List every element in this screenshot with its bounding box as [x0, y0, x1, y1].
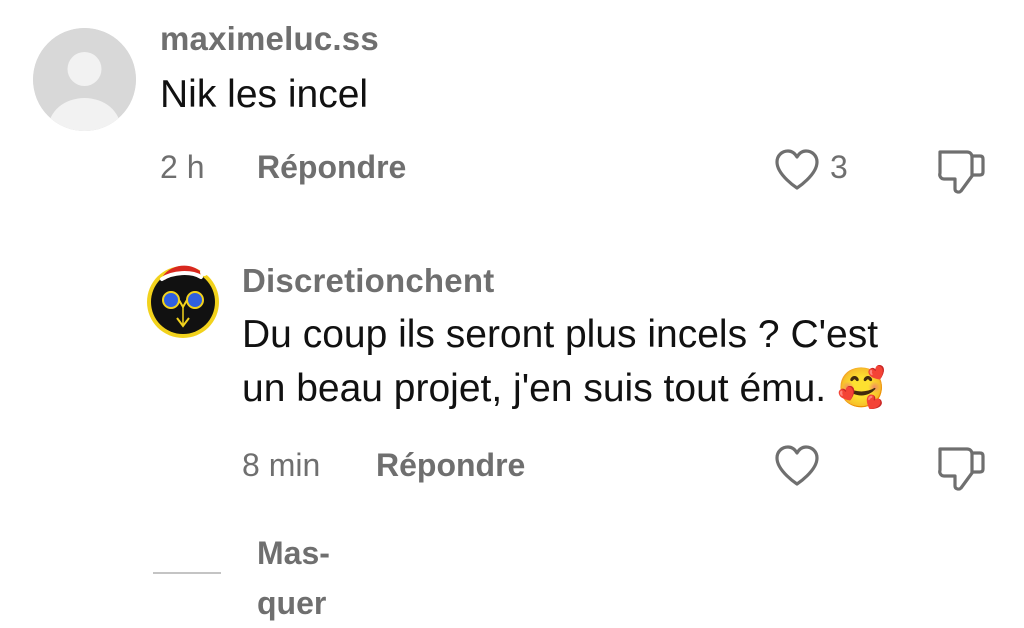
like-count: 3 [830, 149, 848, 185]
comment-timestamp: 8 min [242, 447, 321, 483]
avatar[interactable] [33, 28, 136, 131]
comment-username[interactable]: maximeluc.ss [160, 20, 379, 58]
comment-text: Nik les incel [160, 73, 369, 116]
thumbs-down-icon [938, 150, 985, 194]
reply-button[interactable]: Répondre [376, 447, 525, 484]
thumbs-down-icon [938, 447, 985, 491]
heart-outline-icon [775, 149, 819, 190]
replies-divider [153, 572, 221, 574]
hide-replies-label-line-1: Mas- [257, 535, 330, 571]
avatar[interactable] [147, 265, 221, 340]
like-button[interactable] [773, 148, 821, 197]
reply-button[interactable]: Répondre [257, 149, 406, 186]
comment-username[interactable]: Discretionchent [242, 262, 494, 300]
dislike-button[interactable] [935, 443, 989, 498]
hide-replies-button[interactable]: Mas- quer [257, 528, 367, 628]
dislike-button[interactable] [935, 146, 989, 201]
like-button[interactable] [773, 444, 821, 493]
comment-text-line-1: Du coup ils seront plus incels ? C'est [242, 313, 879, 356]
comment-text-line-2: un beau projet, j'en suis tout ému. 🥰 [242, 367, 886, 410]
heart-outline-icon [775, 445, 819, 486]
default-avatar-icon [33, 28, 136, 131]
comment-timestamp: 2 h [160, 149, 205, 185]
owl-avatar-icon [147, 265, 219, 338]
hide-replies-label-line-2: quer [257, 585, 327, 621]
